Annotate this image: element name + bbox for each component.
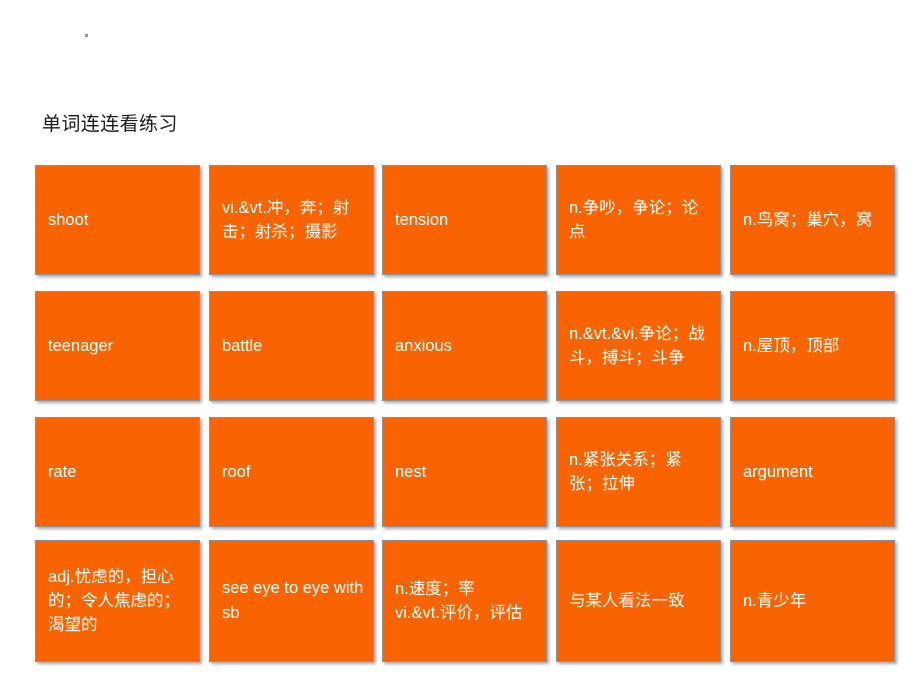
word-card-label: anxious xyxy=(395,336,452,355)
word-card[interactable]: n.屋顶，顶部 xyxy=(730,291,895,401)
word-card[interactable]: n.紧张关系；紧张；拉伸 xyxy=(556,417,721,527)
word-card-label: n.&vt.&vi.争论；战斗，搏斗；斗争 xyxy=(569,325,705,367)
page-title: 单词连连看练习 xyxy=(42,114,178,135)
word-match-grid: shoot vi.&vt.冲，奔；射击；射杀；摄影 tension n.争吵，争… xyxy=(35,165,897,662)
word-card-label: rate xyxy=(48,462,77,481)
word-card[interactable]: rate xyxy=(35,417,200,527)
word-card-label: 与某人看法一致 xyxy=(569,592,685,610)
word-card-label: n.屋顶，顶部 xyxy=(743,337,840,355)
stray-dot-mark xyxy=(85,34,88,37)
grid-row: adj.忧虑的，担心的；令人焦虑的；渴望的 see eye to eye wit… xyxy=(35,540,897,662)
grid-row: rate roof nest n.紧张关系；紧张；拉伸 argument xyxy=(35,417,897,527)
word-card[interactable]: n.鸟窝；巢穴，窝 xyxy=(730,165,895,275)
word-card-label: see eye to eye with sb xyxy=(222,579,368,622)
word-card-label: adj.忧虑的，担心的；令人焦虑的；渴望的 xyxy=(48,568,180,634)
word-card[interactable]: n.速度；率 vi.&vt.评价，评估 xyxy=(382,540,547,662)
grid-row: teenager battle anxious n.&vt.&vi.争论；战斗，… xyxy=(35,291,897,401)
grid-row: shoot vi.&vt.冲，奔；射击；射杀；摄影 tension n.争吵，争… xyxy=(35,165,897,275)
word-card-label: nest xyxy=(395,462,427,481)
word-card-label: n.速度；率 vi.&vt.评价，评估 xyxy=(395,580,523,622)
slide-canvas: 单词连连看练习 shoot vi.&vt.冲，奔；射击；射杀；摄影 tensio… xyxy=(0,0,920,690)
word-card-label: n.紧张关系；紧张；拉伸 xyxy=(569,451,682,493)
word-card[interactable]: tension xyxy=(382,165,547,275)
word-card[interactable]: n.&vt.&vi.争论；战斗，搏斗；斗争 xyxy=(556,291,721,401)
word-card-label: n.争吵，争论；论点 xyxy=(569,199,699,241)
word-card[interactable]: battle xyxy=(209,291,374,401)
word-card[interactable]: see eye to eye with sb xyxy=(209,540,374,662)
word-card[interactable]: anxious xyxy=(382,291,547,401)
word-card[interactable]: 与某人看法一致 xyxy=(556,540,721,662)
word-card[interactable]: n.青少年 xyxy=(730,540,895,662)
word-card-label: n.鸟窝；巢穴，窝 xyxy=(743,211,873,229)
word-card-label: shoot xyxy=(48,210,89,229)
word-card[interactable]: roof xyxy=(209,417,374,527)
word-card[interactable]: vi.&vt.冲，奔；射击；射杀；摄影 xyxy=(209,165,374,275)
word-card-label: battle xyxy=(222,336,263,355)
word-card[interactable]: nest xyxy=(382,417,547,527)
word-card-label: argument xyxy=(743,462,813,481)
word-card-label: tension xyxy=(395,210,449,229)
word-card[interactable]: adj.忧虑的，担心的；令人焦虑的；渴望的 xyxy=(35,540,200,662)
word-card[interactable]: n.争吵，争论；论点 xyxy=(556,165,721,275)
word-card-label: roof xyxy=(222,462,251,481)
word-card[interactable]: teenager xyxy=(35,291,200,401)
word-card-label: vi.&vt.冲，奔；射击；射杀；摄影 xyxy=(222,199,350,241)
word-card-label: n.青少年 xyxy=(743,591,807,610)
word-card[interactable]: argument xyxy=(730,417,895,527)
word-card-label: teenager xyxy=(48,336,114,355)
word-card[interactable]: shoot xyxy=(35,165,200,275)
